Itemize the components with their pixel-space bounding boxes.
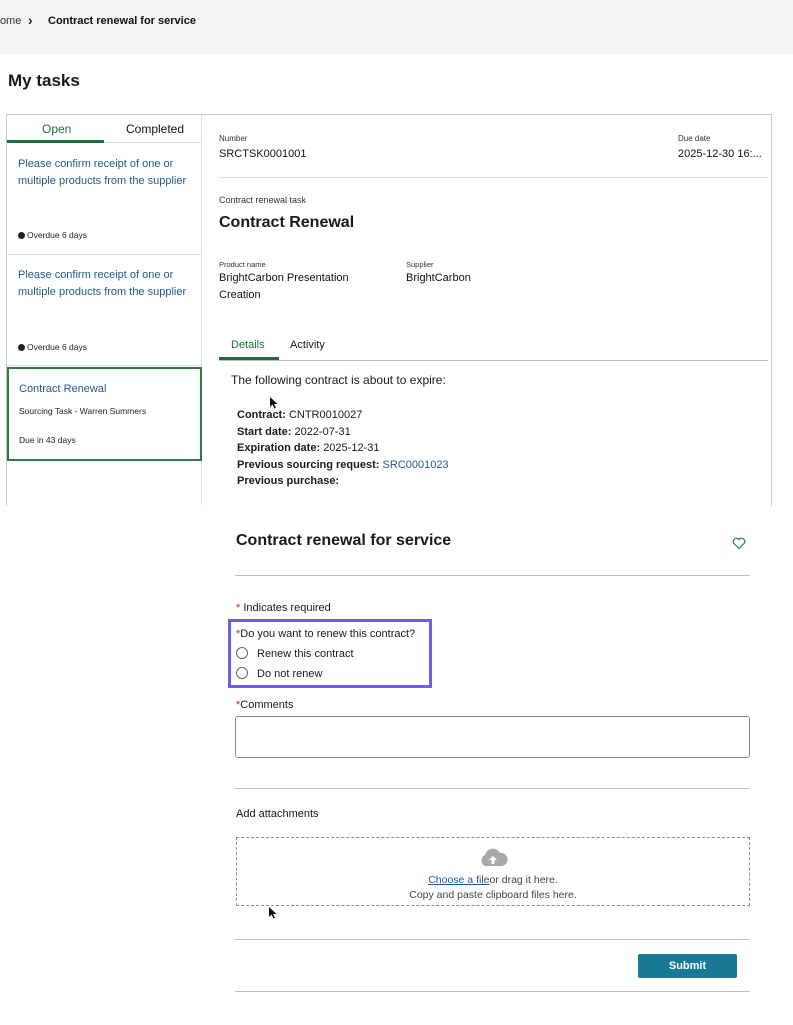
radio-do-not-renew-label[interactable]: Do not renew [257, 668, 322, 680]
expiration-date: 2025-12-31 [323, 442, 380, 454]
tab-completed[interactable]: Completed [126, 122, 184, 136]
required-note-text: Indicates required [243, 602, 331, 614]
list-item[interactable]: Please confirm receipt of one or multipl… [7, 255, 202, 366]
task-number: SRCTSK0001001 [219, 148, 307, 160]
comments-input[interactable] [235, 716, 750, 758]
overdue-text: Overdue 6 days [27, 230, 88, 240]
tab-open-indicator [7, 140, 104, 143]
task-tabs: Open Completed [7, 115, 202, 143]
contract-label: Contract: [237, 409, 286, 421]
task-title[interactable]: Please confirm receipt of one or multipl… [18, 156, 193, 189]
dropzone-text: Choose a fileor drag it here. [236, 874, 750, 886]
divider [235, 788, 750, 789]
prev-request-link[interactable]: SRC0001023 [383, 459, 449, 471]
supplier-label: Supplier [406, 260, 434, 269]
overdue-text: Overdue 6 days [27, 342, 88, 352]
task-status: Overdue 6 days [18, 342, 87, 352]
list-item[interactable]: Please confirm receipt of one or multipl… [7, 144, 202, 255]
divider [219, 177, 768, 178]
contract-intro: The following contract is about to expir… [231, 373, 446, 387]
due-date-label: Due date [678, 134, 711, 143]
renew-question-text: Do you want to renew this contract? [240, 628, 416, 640]
cursor-icon [270, 396, 278, 414]
required-star: * [236, 602, 241, 614]
number-label: Number [219, 134, 248, 143]
cloud-upload-icon [477, 845, 509, 869]
tabs-divider [219, 360, 768, 361]
start-date-label: Start date: [237, 425, 292, 438]
divider [235, 991, 750, 992]
due-date: 2025-12-30 16:... [678, 148, 762, 160]
list-item-selected[interactable]: Contract Renewal Sourcing Task - Warren … [7, 367, 202, 461]
task-status: Overdue 6 days [18, 230, 87, 240]
comments-label: *Comments [236, 699, 293, 711]
page-title: My tasks [8, 71, 80, 90]
alert-icon [18, 232, 25, 239]
task-due: Due in 43 days [19, 435, 76, 445]
radio-renew-label[interactable]: Renew this contract [257, 648, 354, 660]
task-type: Contract renewal task [219, 195, 307, 205]
tab-open[interactable]: Open [42, 122, 71, 136]
expiration-label: Expiration date: [237, 442, 321, 454]
task-title[interactable]: Please confirm receipt of one or multipl… [18, 267, 193, 300]
attachments-label: Add attachments [236, 808, 319, 820]
tab-activity[interactable]: Activity [290, 339, 325, 351]
chevron-right-icon: › [28, 12, 33, 28]
breadcrumb-home[interactable]: Home [0, 15, 21, 27]
task-subtitle: Sourcing Task - Warren Summers [19, 406, 147, 416]
prev-request-label: Previous sourcing request: [237, 458, 380, 471]
contract-info: Contract: CNTR0010027 Start date: 2022-0… [237, 407, 449, 490]
required-note: * Indicates required [236, 602, 331, 614]
product-label: Product name [219, 260, 266, 269]
radio-renew[interactable] [236, 647, 248, 659]
tab-details[interactable]: Details [231, 339, 265, 351]
form-title: Contract renewal for service [236, 532, 452, 549]
start-date: 2022-07-31 [294, 425, 351, 438]
heart-icon[interactable] [731, 535, 747, 551]
renewal-form [208, 506, 768, 1018]
breadcrumb-bar: Home › Contract renewal for service [0, 0, 793, 54]
detail-title: Contract Renewal [219, 214, 355, 231]
choose-file-link[interactable]: Choose a file [428, 874, 489, 886]
drag-text: or drag it here. [489, 874, 558, 886]
contract-number: CNTR0010027 [288, 409, 363, 421]
product-name-line1: BrightCarbon Presentation [219, 272, 349, 284]
comments-label-text: Comments [240, 699, 294, 711]
radio-do-not-renew[interactable] [236, 667, 248, 679]
divider [235, 575, 750, 576]
cursor-icon [269, 906, 277, 924]
supplier-name: BrightCarbon [406, 272, 471, 284]
divider [235, 939, 750, 940]
submit-button[interactable]: Submit [638, 954, 737, 978]
paste-text: Copy and paste clipboard files here. [409, 889, 577, 901]
breadcrumb-current: Contract renewal for service [48, 15, 196, 27]
product-name-line2: Creation [219, 289, 261, 301]
alert-icon [18, 344, 25, 351]
task-title[interactable]: Contract Renewal [19, 381, 194, 398]
renew-question: *Do you want to renew this contract? [236, 628, 415, 640]
task-list: Open Completed Please confirm receipt of… [7, 115, 202, 505]
prev-purchase-label: Previous purchase: [237, 475, 340, 487]
